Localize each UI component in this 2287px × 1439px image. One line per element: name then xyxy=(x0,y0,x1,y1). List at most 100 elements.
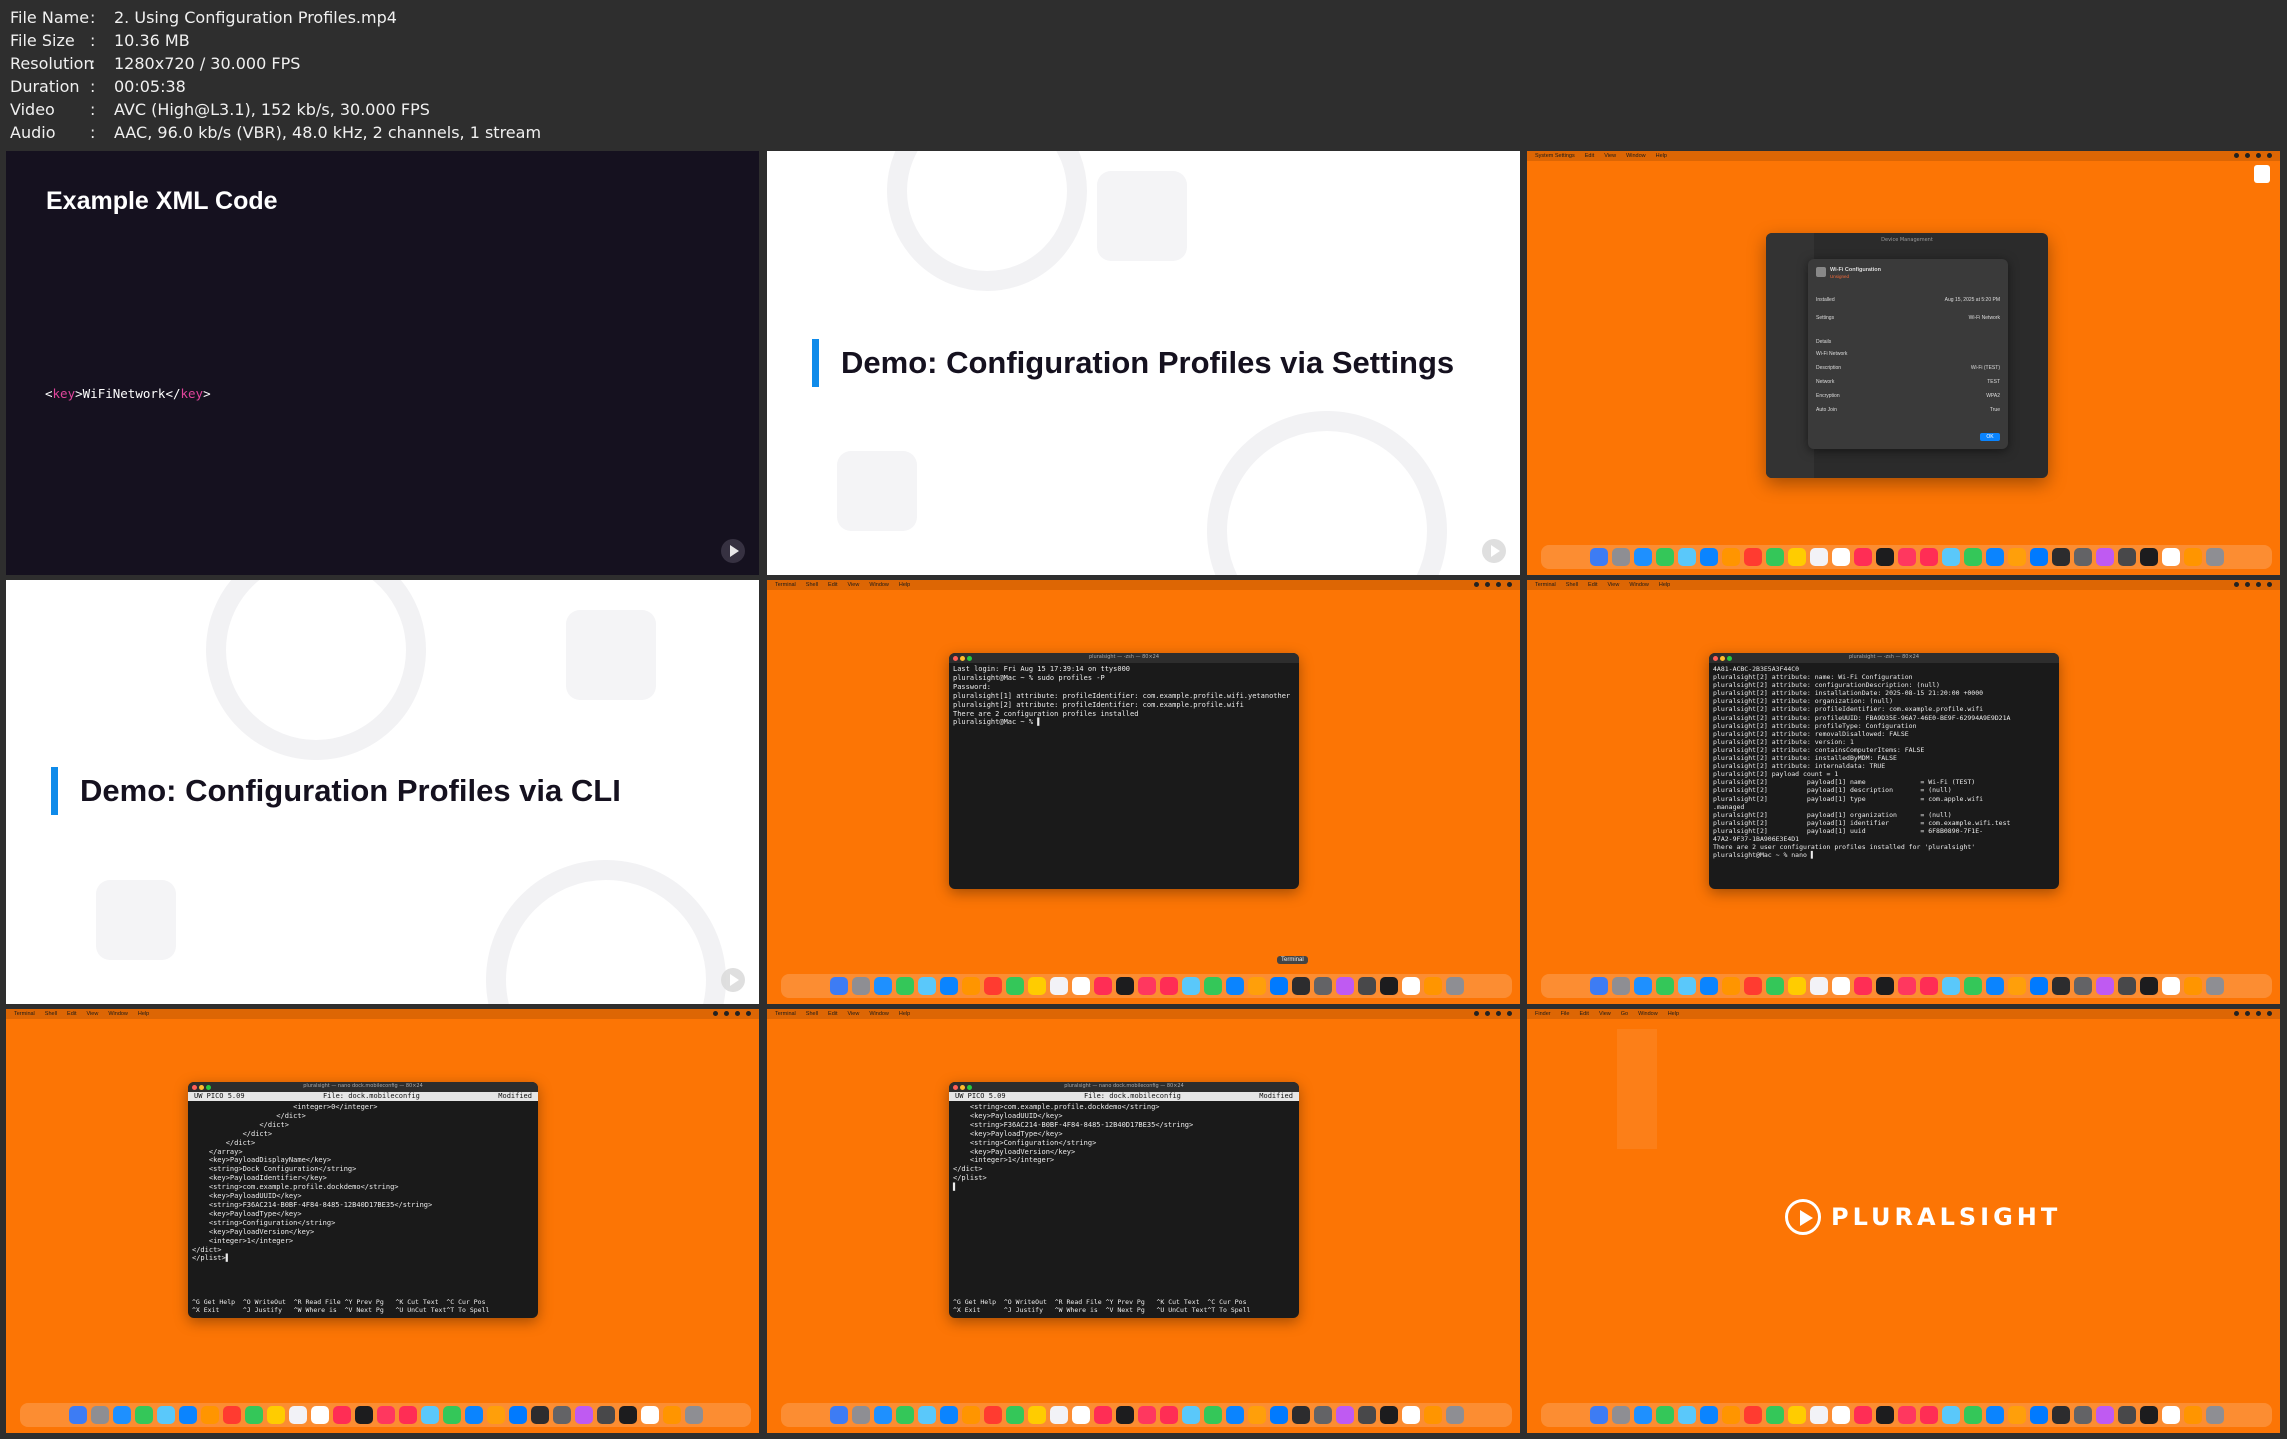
menu-item-app[interactable]: Terminal xyxy=(1535,582,1556,588)
terminal-window[interactable]: pluralsight — -zsh — 80×24 4A81-ACBC-2B3… xyxy=(1709,653,2059,889)
menu-item-go[interactable]: Go xyxy=(1621,1011,1628,1017)
dock-app-icon[interactable] xyxy=(1269,977,1288,995)
dock-app-icon[interactable] xyxy=(1963,1406,1982,1424)
dock-app-icon[interactable] xyxy=(1247,1406,1266,1424)
dock-app-icon[interactable] xyxy=(1225,1406,1244,1424)
dock-app-icon[interactable] xyxy=(1313,1406,1332,1424)
dock-app-icon[interactable] xyxy=(1875,548,1894,566)
menu-item-view[interactable]: View xyxy=(1604,153,1616,159)
dock-app-icon[interactable] xyxy=(1115,1406,1134,1424)
dock-app-icon[interactable] xyxy=(288,1406,307,1424)
dock-app-icon[interactable] xyxy=(2073,977,2092,995)
dock-app-icon[interactable] xyxy=(2073,1406,2092,1424)
dock-app-icon[interactable] xyxy=(1445,977,1464,995)
dock-app-icon[interactable] xyxy=(354,1406,373,1424)
dock-app-icon[interactable] xyxy=(851,977,870,995)
dock-app-icon[interactable] xyxy=(1401,1406,1420,1424)
dock-app-icon[interactable] xyxy=(1379,977,1398,995)
dock-app-icon[interactable] xyxy=(1589,977,1608,995)
dock-app-icon[interactable] xyxy=(1699,1406,1718,1424)
dock-app-icon[interactable] xyxy=(662,1406,681,1424)
dock-app-icon[interactable] xyxy=(1335,1406,1354,1424)
menu-item-help[interactable]: Help xyxy=(1668,1011,1679,1017)
dock-app-icon[interactable] xyxy=(2095,548,2114,566)
dock-app-icon[interactable] xyxy=(2007,1406,2026,1424)
dock-app-icon[interactable] xyxy=(829,977,848,995)
menu-item-app[interactable]: Terminal xyxy=(775,582,796,588)
dock-app-icon[interactable] xyxy=(1005,1406,1024,1424)
dock-app-icon[interactable] xyxy=(530,1406,549,1424)
dock-app-icon[interactable] xyxy=(1853,548,1872,566)
dock-app-icon[interactable] xyxy=(640,1406,659,1424)
dock-app-icon[interactable] xyxy=(1115,977,1134,995)
dock-app-icon[interactable] xyxy=(1699,977,1718,995)
dock-app-icon[interactable] xyxy=(1423,977,1442,995)
menu-item-help[interactable]: Help xyxy=(1659,582,1670,588)
dock-app-icon[interactable] xyxy=(1875,977,1894,995)
dock-app-icon[interactable] xyxy=(1633,548,1652,566)
menu-item-edit[interactable]: Edit xyxy=(1585,153,1594,159)
dock-app-icon[interactable] xyxy=(310,1406,329,1424)
dock-app-icon[interactable] xyxy=(420,1406,439,1424)
dock-app-icon[interactable] xyxy=(1611,548,1630,566)
dock-app-icon[interactable] xyxy=(1203,1406,1222,1424)
dock-app-icon[interactable] xyxy=(1721,548,1740,566)
dock-app-icon[interactable] xyxy=(1357,1406,1376,1424)
dock-app-icon[interactable] xyxy=(1291,977,1310,995)
dock-app-icon[interactable] xyxy=(376,1406,395,1424)
dock-app-icon[interactable] xyxy=(178,1406,197,1424)
menu-item-view[interactable]: View xyxy=(1608,582,1620,588)
dock-app-icon[interactable] xyxy=(1225,977,1244,995)
menu-item-view[interactable]: View xyxy=(848,1011,860,1017)
dock-app-icon[interactable] xyxy=(1721,1406,1740,1424)
dock-app-icon[interactable] xyxy=(2029,548,2048,566)
dock-app-icon[interactable] xyxy=(1721,977,1740,995)
terminal-window[interactable]: pluralsight — nano dock.mobileconfig — 8… xyxy=(949,1082,1299,1318)
dock-app-icon[interactable] xyxy=(851,1406,870,1424)
dock-app-icon[interactable] xyxy=(917,977,936,995)
dock-app-icon[interactable] xyxy=(1093,1406,1112,1424)
dock-app-icon[interactable] xyxy=(2139,1406,2158,1424)
dock-app-icon[interactable] xyxy=(1809,548,1828,566)
dock-app-icon[interactable] xyxy=(1247,977,1266,995)
dock-app-icon[interactable] xyxy=(1313,977,1332,995)
dock-app-icon[interactable] xyxy=(1071,977,1090,995)
dock-app-icon[interactable] xyxy=(2051,548,2070,566)
dock-app-icon[interactable] xyxy=(552,1406,571,1424)
menu-item-edit[interactable]: Edit xyxy=(67,1011,76,1017)
dock-app-icon[interactable] xyxy=(398,1406,417,1424)
dock-app-icon[interactable] xyxy=(596,1406,615,1424)
dock-app-icon[interactable] xyxy=(1611,1406,1630,1424)
dock-app-icon[interactable] xyxy=(156,1406,175,1424)
dock-app-icon[interactable] xyxy=(983,977,1002,995)
menu-item-shell[interactable]: Shell xyxy=(806,1011,818,1017)
dock-app-icon[interactable] xyxy=(574,1406,593,1424)
dock-app-icon[interactable] xyxy=(1401,977,1420,995)
dock-app-icon[interactable] xyxy=(2095,977,2114,995)
dock-app-icon[interactable] xyxy=(332,1406,351,1424)
dock-app-icon[interactable] xyxy=(508,1406,527,1424)
dock-app-icon[interactable] xyxy=(2205,548,2224,566)
dock-app-icon[interactable] xyxy=(1049,1406,1068,1424)
menu-item-window[interactable]: Window xyxy=(869,1011,889,1017)
dock-app-icon[interactable] xyxy=(961,977,980,995)
dock-app-icon[interactable] xyxy=(1787,1406,1806,1424)
menu-item-window[interactable]: Window xyxy=(108,1011,128,1017)
dock-app-icon[interactable] xyxy=(829,1406,848,1424)
dock-app-icon[interactable] xyxy=(1941,548,1960,566)
dock-app-icon[interactable] xyxy=(1269,1406,1288,1424)
dock-app-icon[interactable] xyxy=(2205,1406,2224,1424)
menu-item-shell[interactable]: Shell xyxy=(45,1011,57,1017)
dock-app-icon[interactable] xyxy=(1357,977,1376,995)
dock-app-icon[interactable] xyxy=(1765,1406,1784,1424)
ok-button[interactable]: OK xyxy=(1980,433,2000,441)
terminal-window[interactable]: pluralsight — nano dock.mobileconfig — 8… xyxy=(188,1082,538,1318)
dock-app-icon[interactable] xyxy=(618,1406,637,1424)
dock-app-icon[interactable] xyxy=(895,1406,914,1424)
dock-app-icon[interactable] xyxy=(222,1406,241,1424)
dock-app-icon[interactable] xyxy=(2161,1406,2180,1424)
dock-app-icon[interactable] xyxy=(1765,977,1784,995)
dock-app-icon[interactable] xyxy=(917,1406,936,1424)
dock-app-icon[interactable] xyxy=(2007,548,2026,566)
dock-app-icon[interactable] xyxy=(1853,1406,1872,1424)
